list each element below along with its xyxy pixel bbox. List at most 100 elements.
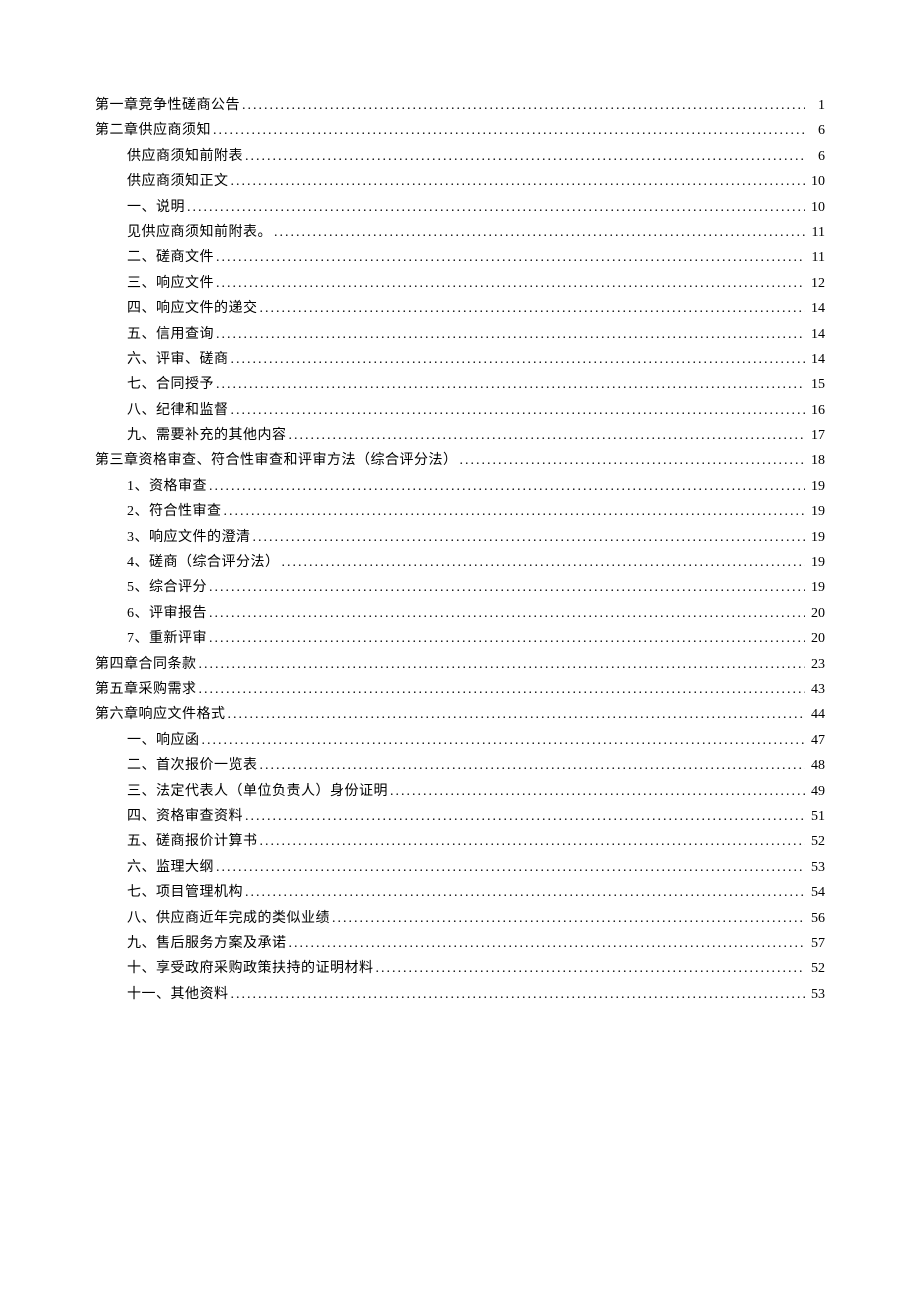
toc-entry-page: 19	[805, 577, 825, 599]
toc-entry-page: 19	[805, 552, 825, 574]
toc-entry-page: 54	[805, 882, 825, 904]
toc-leader-dots	[458, 450, 806, 464]
toc-entry-title: 第三章资格审查、符合性审查和评审方法（综合评分法）	[95, 450, 458, 472]
toc-entry-page: 11	[805, 222, 825, 244]
toc-leader-dots	[207, 577, 805, 591]
toc-entry: 四、响应文件的递交 14	[127, 298, 825, 320]
toc-entry-title: 供应商须知前附表	[127, 146, 243, 168]
toc-entry-page: 49	[805, 781, 825, 803]
toc-entry-page: 53	[805, 984, 825, 1006]
toc-leader-dots	[197, 679, 806, 693]
toc-entry: 6、评审报告20	[127, 603, 825, 625]
toc-entry: 供应商须知前附表 6	[127, 146, 825, 168]
toc-leader-dots	[229, 349, 806, 363]
toc-entry-title: 2、符合性审查	[127, 501, 222, 523]
toc-entry: 第六章响应文件格式 44	[95, 704, 825, 726]
toc-leader-dots	[229, 984, 806, 998]
toc-entry: 十一、其他资料 53	[127, 984, 825, 1006]
toc-leader-dots	[280, 552, 806, 566]
toc-entry-page: 52	[805, 958, 825, 980]
toc-entry-title: 7、重新评审	[127, 628, 207, 650]
toc-entry-title: 四、响应文件的递交	[127, 298, 258, 320]
toc-entry-title: 四、资格审查资料	[127, 806, 243, 828]
toc-leader-dots	[214, 273, 805, 287]
toc-entry: 五、信用查询14	[127, 324, 825, 346]
toc-entry: 一、说明10	[127, 197, 825, 219]
toc-entry-title: 十、享受政府采购政策扶持的证明材料	[127, 958, 374, 980]
toc-entry-page: 43	[805, 679, 825, 701]
toc-entry-page: 57	[805, 933, 825, 955]
toc-entry: 五、磋商报价计算书 52	[127, 831, 825, 853]
toc-leader-dots	[388, 781, 805, 795]
toc-entry: 七、项目管理机构 54	[127, 882, 825, 904]
toc-entry-page: 53	[805, 857, 825, 879]
toc-leader-dots	[200, 730, 806, 744]
toc-entry-page: 6	[805, 146, 825, 168]
toc-entry-page: 15	[805, 374, 825, 396]
toc-entry-page: 51	[805, 806, 825, 828]
toc-entry: 二、首次报价一览表48	[127, 755, 825, 777]
toc-entry: 四、资格审查资料 51	[127, 806, 825, 828]
toc-entry-title: 一、响应函	[127, 730, 200, 752]
toc-entry-title: 十一、其他资料	[127, 984, 229, 1006]
toc-entry-page: 16	[805, 400, 825, 422]
toc-entry-title: 七、项目管理机构	[127, 882, 243, 904]
toc-entry: 第二章供应商须知6	[95, 120, 825, 142]
toc-entry-page: 19	[805, 501, 825, 523]
toc-leader-dots	[207, 628, 805, 642]
toc-entry-title: 五、信用查询	[127, 324, 214, 346]
toc-entry-page: 6	[805, 120, 825, 142]
toc-entry: 5、综合评分19	[127, 577, 825, 599]
toc-entry-title: 六、监理大纲	[127, 857, 214, 879]
toc-entry: 九、需要补充的其他内容 17	[127, 425, 825, 447]
toc-entry-title: 第四章合同条款	[95, 654, 197, 676]
toc-leader-dots	[243, 882, 805, 896]
toc-entry-page: 18	[805, 450, 825, 472]
toc-leader-dots	[214, 857, 805, 871]
toc-entry-title: 五、磋商报价计算书	[127, 831, 258, 853]
toc-leader-dots	[197, 654, 806, 668]
toc-entry-page: 19	[805, 476, 825, 498]
toc-leader-dots	[214, 374, 805, 388]
toc-entry-title: 第五章采购需求	[95, 679, 197, 701]
toc-entry-page: 14	[805, 298, 825, 320]
toc-leader-dots	[229, 171, 806, 185]
toc-leader-dots	[229, 400, 806, 414]
toc-leader-dots	[214, 247, 805, 261]
toc-entry: 见供应商须知前附表。11	[127, 222, 825, 244]
toc-leader-dots	[374, 958, 806, 972]
toc-entry: 7、重新评审20	[127, 628, 825, 650]
toc-leader-dots	[211, 120, 805, 134]
toc-entry-title: 九、需要补充的其他内容	[127, 425, 287, 447]
toc-entry-page: 44	[805, 704, 825, 726]
toc-leader-dots	[243, 806, 805, 820]
toc-entry-page: 12	[805, 273, 825, 295]
toc-entry: 第三章资格审查、符合性审查和评审方法（综合评分法） 18	[95, 450, 825, 472]
toc-leader-dots	[240, 95, 805, 109]
toc-leader-dots	[185, 197, 805, 211]
toc-entry: 第一章竞争性磋商公告1	[95, 95, 825, 117]
toc-entry-page: 19	[805, 527, 825, 549]
toc-entry-page: 23	[805, 654, 825, 676]
toc-entry: 三、响应文件12	[127, 273, 825, 295]
toc-entry: 七、合同授予 15	[127, 374, 825, 396]
toc-entry-title: 八、纪律和监督	[127, 400, 229, 422]
toc-entry-page: 17	[805, 425, 825, 447]
toc-leader-dots	[226, 704, 806, 718]
toc-entry: 4、磋商（综合评分法） 19	[127, 552, 825, 574]
toc-entry-page: 56	[805, 908, 825, 930]
toc-entry-title: 4、磋商（综合评分法）	[127, 552, 280, 574]
toc-leader-dots	[330, 908, 805, 922]
toc-leader-dots	[287, 425, 806, 439]
toc-entry-page: 52	[805, 831, 825, 853]
toc-entry: 六、评审、磋商14	[127, 349, 825, 371]
toc-entry-title: 七、合同授予	[127, 374, 214, 396]
toc-entry-title: 6、评审报告	[127, 603, 207, 625]
toc-entry-page: 10	[805, 171, 825, 193]
toc-entry: 二、磋商文件11	[127, 247, 825, 269]
toc-entry-title: 二、首次报价一览表	[127, 755, 258, 777]
toc-entry-title: 第六章响应文件格式	[95, 704, 226, 726]
toc-leader-dots	[214, 324, 805, 338]
toc-entry-title: 第一章竞争性磋商公告	[95, 95, 240, 117]
toc-entry: 十、享受政府采购政策扶持的证明材料 52	[127, 958, 825, 980]
